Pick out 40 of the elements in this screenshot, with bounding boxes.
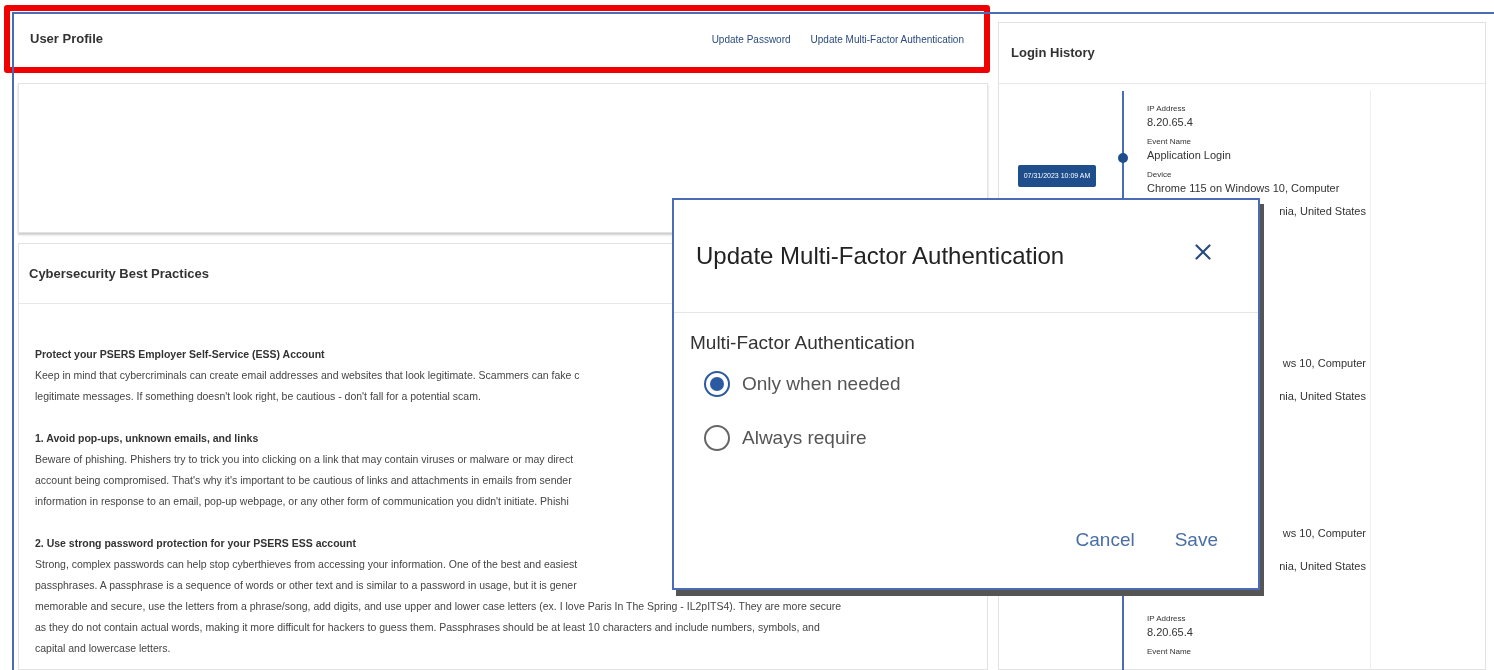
text-line: information in response to an email, pop-up webpage, or any other form of communication you didn't initiate. Phishi (35, 494, 569, 509)
dialog-title: Update Multi-Factor Authentication (696, 241, 1065, 271)
section-heading: 2. Use strong password protection for your PSERS ESS account (35, 536, 356, 551)
text-line: as they do not contain actual words, making it more difficult for hackers to guess them. Passphrases should be at least 10 characters and include numbers, symbols, and (35, 620, 820, 635)
header-link[interactable]: Update Multi-Factor Authentication (810, 31, 964, 47)
field-value: Application Login (1147, 148, 1232, 163)
text-line: capital and lowercase letters. (35, 641, 171, 656)
field-value: ws 10, Computer (1282, 356, 1366, 371)
field-label: IP Address (1147, 614, 1187, 624)
field-value: nia, United States (1279, 559, 1366, 574)
radio-button[interactable] (704, 370, 730, 397)
section-heading: 1. Avoid pop-ups, unknown emails, and links (35, 431, 259, 446)
text-line: account being compromised. That's why it's important to be cautious of links and attachments in emails from sender (35, 473, 572, 488)
field-value: ws 10, Computer (1282, 526, 1366, 541)
field-label: Event Name (1147, 137, 1193, 147)
text-line: Beware of phishing. Phishers try to trick you into clicking on a link that may contain viruses or malware or may direct (35, 452, 574, 467)
field-value: nia, United States (1279, 389, 1366, 404)
field-label: Device (1147, 170, 1173, 180)
text-line: memorable and secure, use the letters from a phrase/song, add digits, and use upper and lower case letters (ex. I love Paris In The Spring - IL2pITS4). They are more secure (35, 599, 842, 614)
field-value: nia, United States (1279, 204, 1366, 219)
dialog-button[interactable]: Cancel (1075, 525, 1135, 554)
text-line: Keep in mind that cybercriminals can create email addresses and websites that look legitimate. Scammers can fake c (35, 368, 580, 383)
field-label: Event Name (1147, 647, 1193, 657)
field-label: IP Address (1147, 104, 1187, 114)
group-label: Multi-Factor Authentication (690, 331, 916, 355)
radio-button[interactable] (704, 425, 730, 452)
radio-label: Always require (742, 426, 867, 450)
section-heading: Protect your PSERS Employer Self-Service (ESS) Account (35, 347, 325, 362)
field-value: 8.20.65.4 (1147, 115, 1194, 130)
profile-title: User Profile (30, 30, 103, 49)
card-title: Cybersecurity Best Practices (29, 264, 209, 283)
header-link[interactable]: Update Password (711, 31, 791, 47)
field-value: Chrome 115 on Windows 10, Computer (1147, 181, 1341, 196)
dialog-button[interactable]: Save (1174, 525, 1218, 554)
text-line: Strong, complex passwords can help stop cyberthieves from accessing your information. One of the best and easiest (35, 557, 578, 572)
card-title: Login History (1011, 44, 1095, 63)
text-line: passphrases. A passphrase is a sequence of words or other text and is similar to a password in usage, but it is gener (35, 578, 577, 593)
radio-label: Only when needed (742, 371, 901, 396)
field-value: 8.20.65.4 (1147, 625, 1194, 640)
text-line: legitimate messages. If something doesn't look right, be cautious - don't fall for a potential scam. (35, 389, 481, 404)
